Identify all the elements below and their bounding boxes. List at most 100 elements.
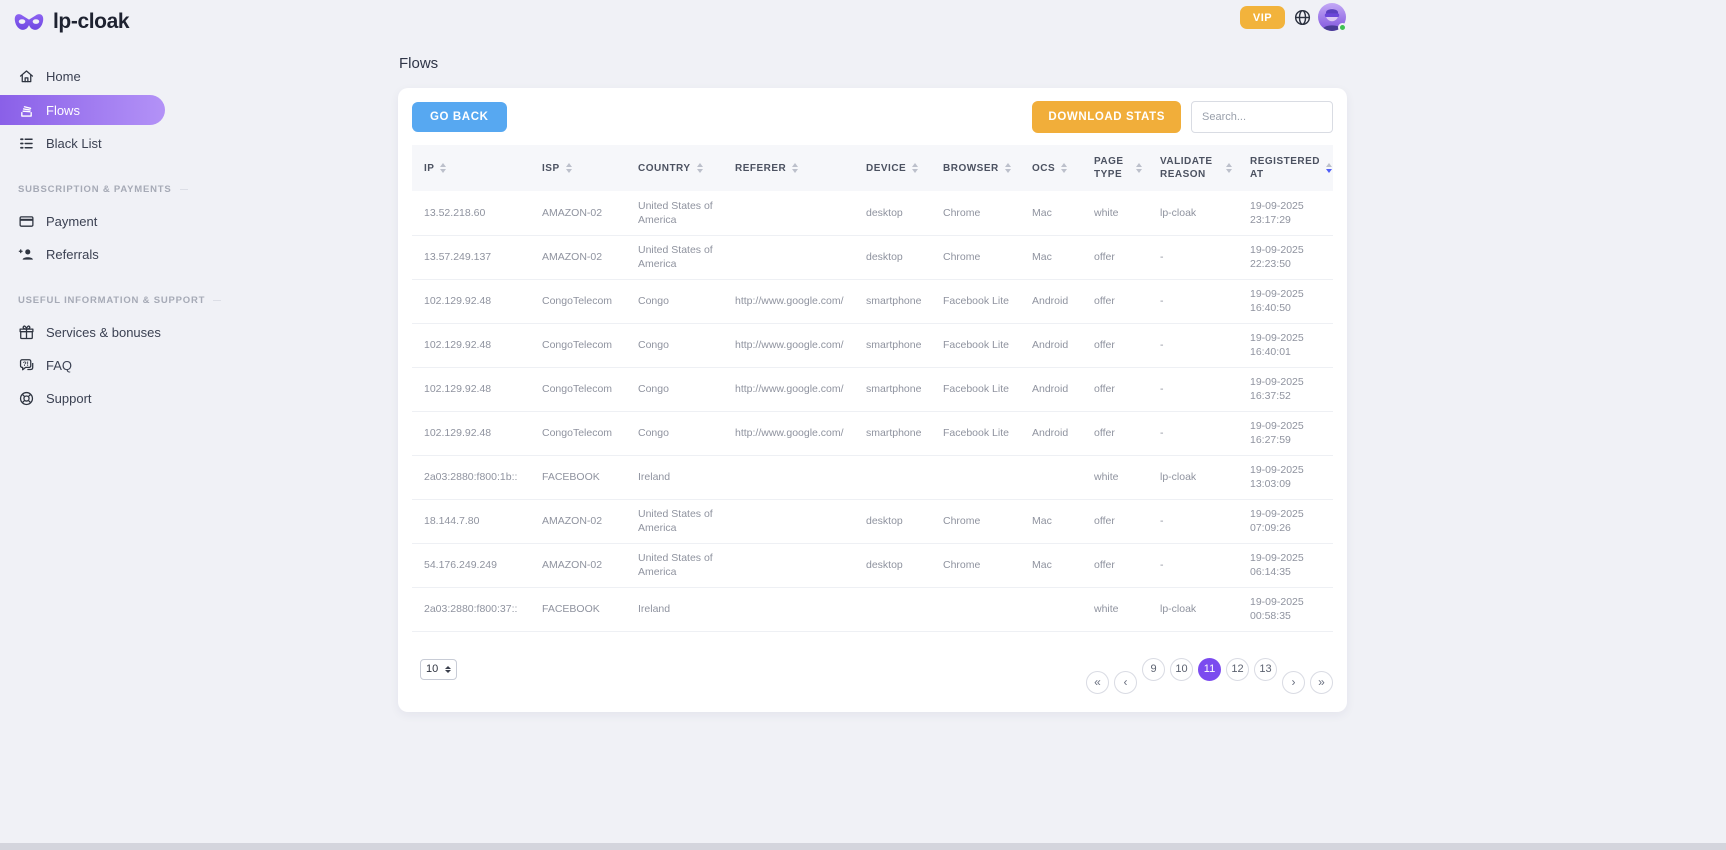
sidebar-section-subscription: SUBSCRIPTION & PAYMENTS (18, 184, 180, 195)
user-avatar[interactable] (1318, 3, 1346, 31)
column-header-ocs[interactable]: OCS (1020, 145, 1082, 191)
page-size-value: 10 (426, 663, 438, 675)
cell-ocs: Mac (1020, 499, 1082, 543)
column-header-ip[interactable]: IP (412, 145, 530, 191)
sort-icon[interactable] (1061, 163, 1067, 173)
cell-device (854, 455, 931, 499)
cell-ocs: Android (1020, 279, 1082, 323)
sidebar-item-black-list[interactable]: Black List (0, 127, 180, 160)
cell-ip: 2a03:2880:f800:1b:: (412, 455, 530, 499)
sort-icon[interactable] (566, 163, 572, 173)
cell-device: desktop (854, 191, 931, 235)
pagination-page-13[interactable]: 13 (1254, 658, 1277, 681)
home-icon (18, 68, 35, 85)
cell-isp: AMAZON-02 (530, 499, 626, 543)
cell-ip: 102.129.92.48 (412, 323, 530, 367)
pagination-page-11[interactable]: 11 (1198, 658, 1221, 681)
pagination-page-9[interactable]: 9 (1142, 658, 1165, 681)
cell-isp: AMAZON-02 (530, 543, 626, 587)
cell-isp: CongoTelecom (530, 411, 626, 455)
cell-referer (723, 235, 854, 279)
sort-icon[interactable] (1136, 163, 1142, 173)
column-header-page-type[interactable]: PAGE TYPE (1082, 145, 1148, 191)
cell-isp: AMAZON-02 (530, 235, 626, 279)
cell-country: United States of America (626, 235, 723, 279)
cell-device (854, 587, 931, 631)
table-row: 102.129.92.48CongoTelecomCongohttp://www… (412, 367, 1333, 411)
cell-registered-at: 19-09-2025 23:17:29 (1238, 191, 1333, 235)
sort-icon[interactable] (440, 163, 446, 173)
cell-validate-reason: - (1148, 235, 1238, 279)
download-stats-button[interactable]: DOWNLOAD STATS (1032, 101, 1181, 133)
go-back-button[interactable]: GO BACK (412, 102, 507, 132)
column-header-browser[interactable]: BROWSER (931, 145, 1020, 191)
cell-browser: Facebook Lite (931, 367, 1020, 411)
sidebar-item-services-bonuses[interactable]: Services & bonuses (0, 316, 180, 349)
pagination-first[interactable]: « (1086, 671, 1109, 694)
sort-icon[interactable] (1326, 163, 1332, 173)
lifebuoy-icon (18, 390, 35, 407)
column-header-referer[interactable]: REFERER (723, 145, 854, 191)
pagination-last[interactable]: » (1310, 671, 1333, 694)
sort-icon[interactable] (1005, 163, 1011, 173)
sidebar-item-flows[interactable]: Flows (0, 95, 165, 125)
cell-ip: 18.144.7.80 (412, 499, 530, 543)
sort-icon[interactable] (912, 163, 918, 173)
search-input[interactable] (1191, 101, 1333, 133)
cell-referer: http://www.google.com/ (723, 323, 854, 367)
sidebar-item-label: FAQ (46, 358, 72, 373)
cell-ocs (1020, 587, 1082, 631)
column-header-country[interactable]: COUNTRY (626, 145, 723, 191)
cell-device: smartphone (854, 367, 931, 411)
gift-icon (18, 324, 35, 341)
pagination-page-10[interactable]: 10 (1170, 658, 1193, 681)
cell-ocs: Android (1020, 323, 1082, 367)
column-label: DEVICE (866, 162, 906, 175)
sidebar-item-support[interactable]: Support (0, 382, 180, 415)
sort-icon[interactable] (792, 163, 798, 173)
column-label: IP (424, 162, 434, 175)
sidebar-item-label: Referrals (46, 247, 99, 262)
pagination-prev[interactable]: ‹ (1114, 671, 1137, 694)
cell-validate-reason: - (1148, 323, 1238, 367)
cell-country: Congo (626, 367, 723, 411)
cell-validate-reason: lp-cloak (1148, 587, 1238, 631)
table-row: 13.57.249.137AMAZON-02United States of A… (412, 235, 1333, 279)
online-status-dot (1338, 23, 1347, 32)
column-header-isp[interactable]: ISP (530, 145, 626, 191)
sidebar-item-payment[interactable]: Payment (0, 205, 180, 238)
pagination-page-12[interactable]: 12 (1226, 658, 1249, 681)
vip-button[interactable]: VIP (1240, 6, 1285, 29)
sort-icon[interactable] (1226, 163, 1232, 173)
sort-icon[interactable] (697, 163, 703, 173)
cell-registered-at: 19-09-2025 07:09:26 (1238, 499, 1333, 543)
pagination-next[interactable]: › (1282, 671, 1305, 694)
table-row: 54.176.249.249AMAZON-02United States of … (412, 543, 1333, 587)
column-label: VALIDATE REASON (1160, 155, 1220, 181)
cell-country: United States of America (626, 191, 723, 235)
sidebar-item-label: Payment (46, 214, 97, 229)
column-header-registered-at[interactable]: REGISTERED AT (1238, 145, 1333, 191)
brand-logo[interactable]: lp-cloak (0, 0, 180, 34)
cell-page-type: white (1082, 191, 1148, 235)
sidebar: lp-cloak Home Flows (0, 0, 180, 850)
page-size-select[interactable]: 10 (420, 659, 457, 680)
column-header-validate-reason[interactable]: VALIDATE REASON (1148, 145, 1238, 191)
cell-device: desktop (854, 235, 931, 279)
cell-referer: http://www.google.com/ (723, 367, 854, 411)
column-label: BROWSER (943, 162, 999, 175)
list-icon (18, 135, 35, 152)
horizontal-scrollbar[interactable] (0, 843, 1726, 850)
column-header-device[interactable]: DEVICE (854, 145, 931, 191)
cell-browser: Facebook Lite (931, 323, 1020, 367)
cell-registered-at: 19-09-2025 22:23:50 (1238, 235, 1333, 279)
sidebar-item-home[interactable]: Home (0, 60, 180, 93)
table-row: 102.129.92.48CongoTelecomCongohttp://www… (412, 279, 1333, 323)
cell-country: Ireland (626, 455, 723, 499)
globe-language-icon[interactable] (1293, 8, 1312, 27)
sidebar-item-referrals[interactable]: Referrals (0, 238, 180, 271)
cell-country: Congo (626, 279, 723, 323)
column-label: PAGE TYPE (1094, 155, 1130, 181)
sidebar-item-faq[interactable]: ?! FAQ (0, 349, 180, 382)
cell-browser: Facebook Lite (931, 411, 1020, 455)
